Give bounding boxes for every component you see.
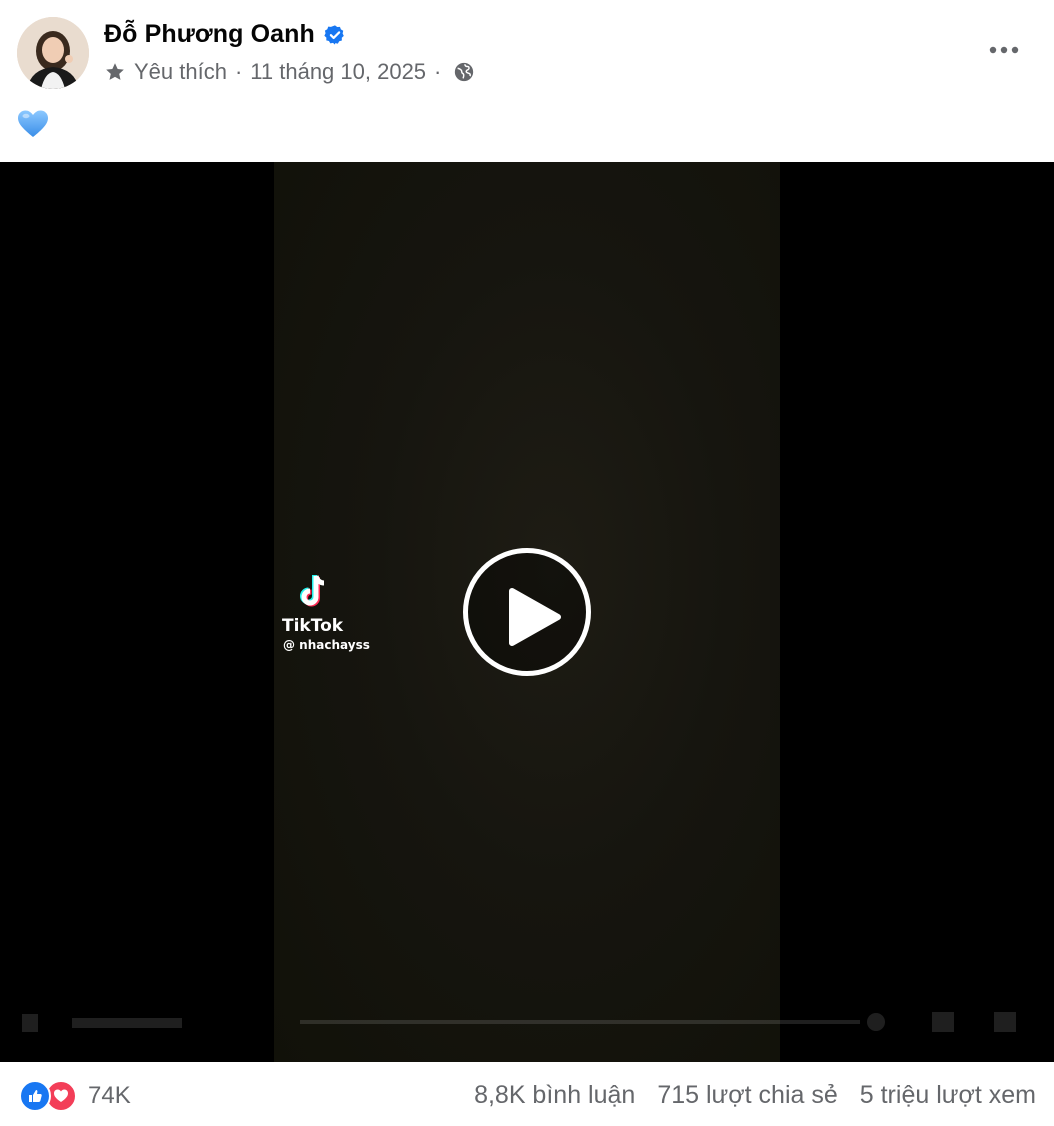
post-meta: Yêu thích · 11 tháng 10, 2025 ·	[104, 59, 475, 85]
reaction-count[interactable]: 74K	[88, 1082, 131, 1110]
engagement-stats: 8,8K bình luận 715 lượt chia sẻ 5 triệu …	[474, 1081, 1036, 1110]
like-reaction-icon	[19, 1080, 51, 1112]
views-count: 5 triệu lượt xem	[859, 1081, 1036, 1109]
shares-count[interactable]: 715 lượt chia sẻ	[657, 1081, 837, 1110]
star-icon	[106, 63, 124, 80]
comments-count[interactable]: 8,8K bình luận	[474, 1081, 635, 1110]
post-footer: 74K 8,8K bình luận 715 lượt chia sẻ 5 tr…	[0, 1062, 1054, 1126]
tiktok-logo-icon	[300, 575, 325, 607]
tiktok-brand: TikTok	[282, 616, 344, 636]
post-header: Đỗ Phương Oanh Yêu thích · 11 tháng 10, …	[0, 0, 1054, 162]
video-player[interactable]: TikTok @ nhachayss	[0, 162, 1054, 1062]
author-row: Đỗ Phương Oanh	[104, 20, 346, 49]
post-text	[17, 109, 49, 144]
meta-separator: ·	[234, 59, 243, 84]
blue-heart-icon	[18, 110, 48, 137]
author-name[interactable]: Đỗ Phương Oanh	[104, 20, 315, 49]
play-button[interactable]	[463, 548, 591, 676]
globe-icon[interactable]	[453, 61, 475, 83]
audience-label[interactable]: Yêu thích	[134, 59, 227, 85]
reactions-summary[interactable]: 74K	[19, 1080, 131, 1112]
play-icon	[509, 588, 561, 646]
avatar[interactable]	[17, 17, 89, 89]
faint-player-controls	[22, 1012, 1016, 1032]
verified-badge-icon	[324, 24, 346, 46]
more-options-button[interactable]	[982, 32, 1026, 68]
more-options-icon	[989, 46, 1019, 54]
tiktok-handle: @ nhachayss	[283, 638, 370, 652]
meta-separator-2: ·	[434, 59, 442, 84]
tiktok-watermark: TikTok @ nhachayss	[282, 572, 392, 652]
post-date[interactable]: 11 tháng 10, 2025	[250, 59, 426, 85]
